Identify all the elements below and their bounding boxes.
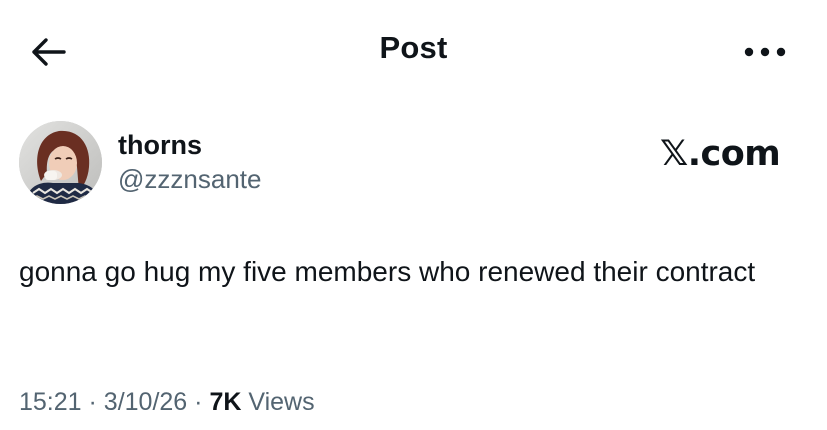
page-title: Post [379,30,448,65]
meta-separator: · [194,388,203,416]
top-bar: Post [0,0,827,100]
author-display-name[interactable]: thorns [118,128,202,162]
more-horizontal-icon [744,47,786,57]
views-count[interactable]: 7K [209,388,241,416]
views-label[interactable]: Views [248,388,314,416]
post-date[interactable]: 3/10/26 [104,388,187,416]
avatar[interactable] [19,121,102,204]
more-options-button[interactable] [740,34,790,70]
post-time[interactable]: 15:21 [19,388,82,416]
profile-photo [19,121,102,204]
meta-separator: · [88,388,97,416]
x-watermark: 𝕏.com [660,134,781,174]
author-handle[interactable]: @zzznsante [118,162,261,196]
post-meta: 15:21 · 3/10/26 · 7K Views [19,385,315,419]
post-text: gonna go hug my five members who renewed… [19,256,756,287]
